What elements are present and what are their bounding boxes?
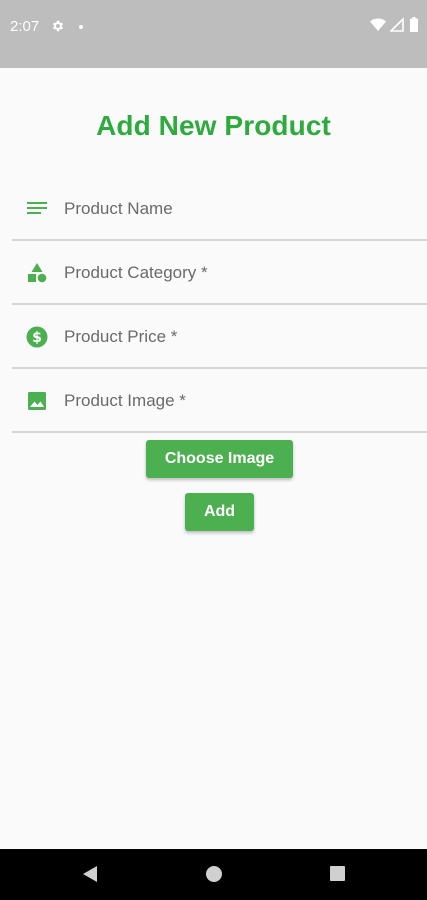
product-price-input[interactable] xyxy=(64,319,404,355)
battery-icon xyxy=(410,17,418,32)
svg-text:$: $ xyxy=(32,330,42,346)
gear-icon xyxy=(52,20,64,32)
product-category-input[interactable] xyxy=(64,255,404,291)
category-shapes-icon xyxy=(28,263,47,283)
lines-icon xyxy=(27,202,47,214)
image-icon xyxy=(28,392,46,410)
status-time: 2:07 xyxy=(10,18,40,35)
product-name-field[interactable] xyxy=(12,177,427,241)
signal-icon xyxy=(390,18,404,32)
product-name-input[interactable] xyxy=(64,191,404,227)
status-bar: 2:07 xyxy=(0,0,427,68)
product-image-field[interactable] xyxy=(12,369,427,433)
navigation-bar xyxy=(0,849,427,900)
home-icon[interactable] xyxy=(206,866,222,882)
product-category-field[interactable] xyxy=(12,241,427,305)
page-title: Add New Product xyxy=(96,110,331,141)
back-icon[interactable] xyxy=(82,865,98,883)
dot-icon xyxy=(79,25,83,29)
wifi-icon xyxy=(370,18,386,31)
choose-image-button[interactable]: Choose Image xyxy=(146,440,293,478)
dollar-icon: $ xyxy=(26,326,48,348)
add-button[interactable]: Add xyxy=(185,493,254,531)
product-price-field[interactable]: $ xyxy=(12,305,427,369)
recents-icon[interactable] xyxy=(330,866,345,881)
product-image-input[interactable] xyxy=(64,383,404,419)
